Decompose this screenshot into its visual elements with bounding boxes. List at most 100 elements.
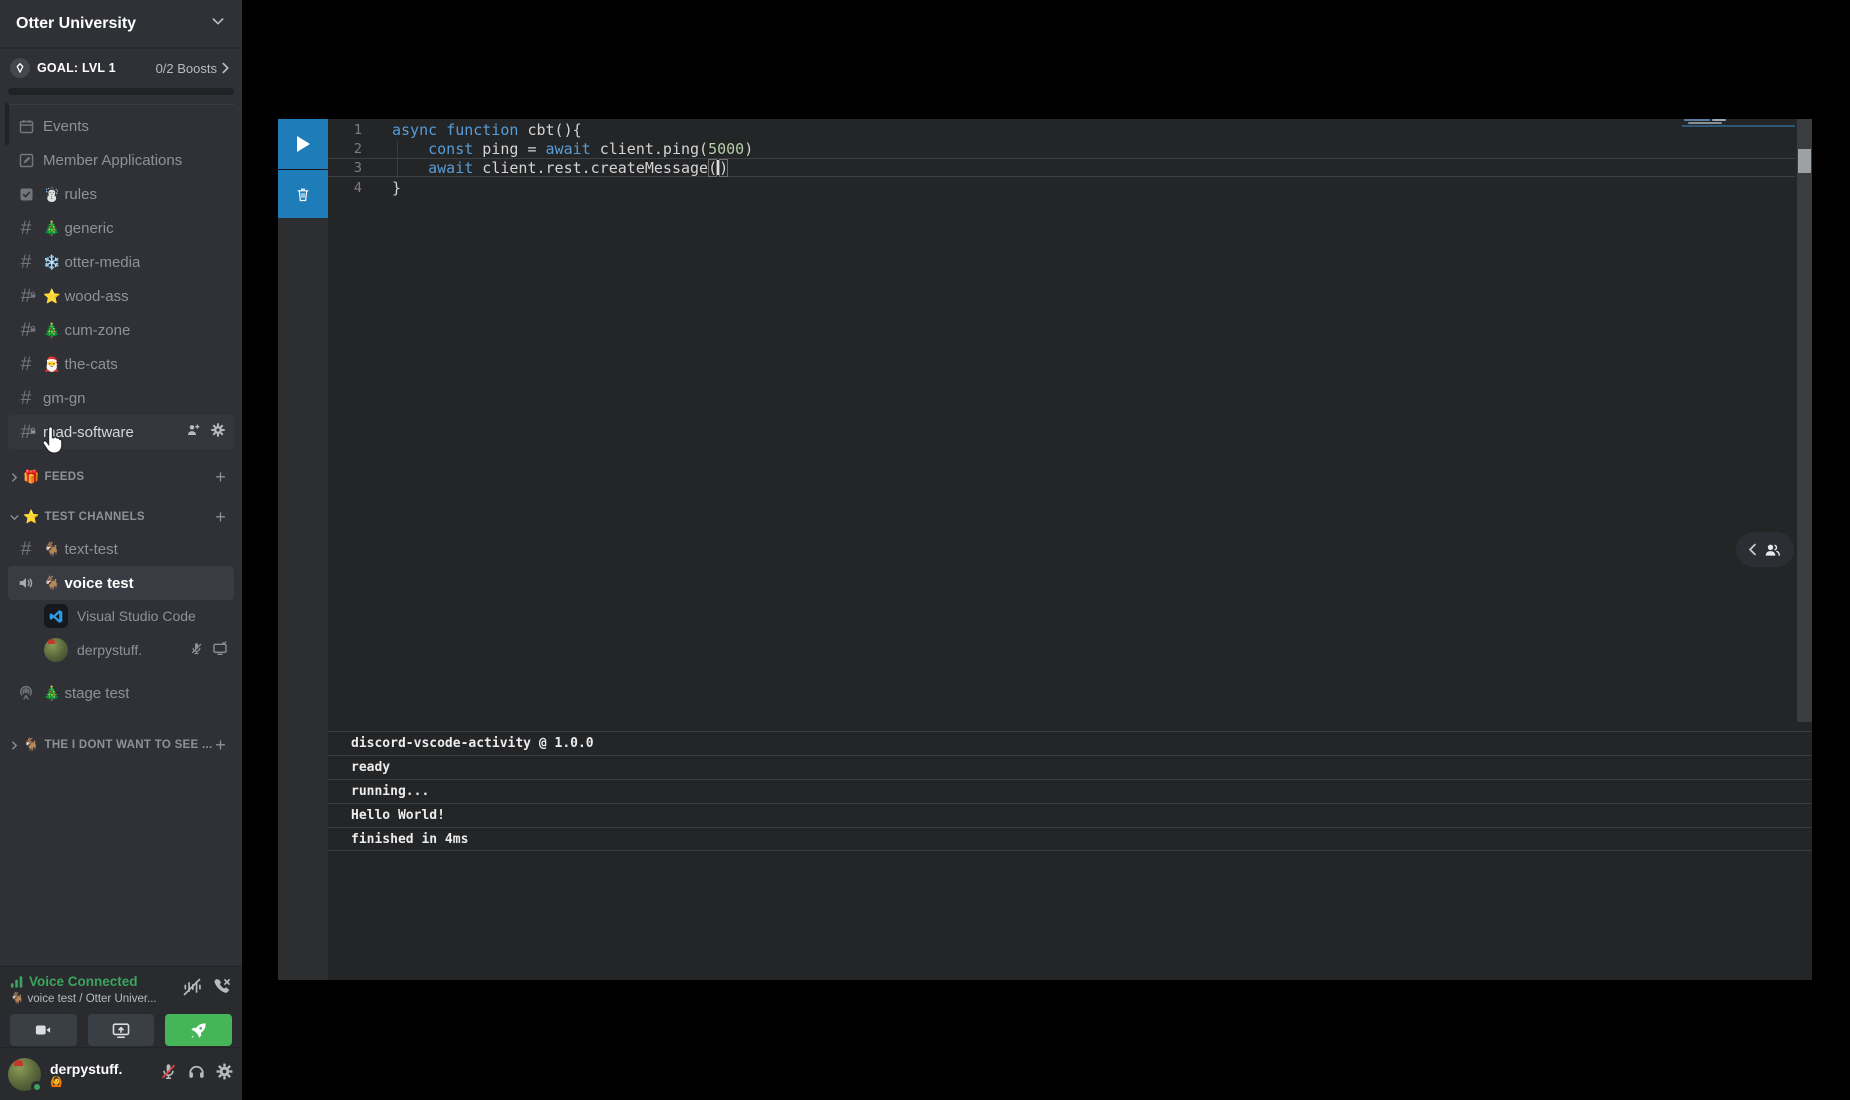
hash-lock-icon: #: [16, 423, 36, 442]
hash-lock-icon: #: [16, 321, 36, 340]
server-header[interactable]: Otter University: [0, 0, 242, 48]
code-line[interactable]: 1async function cbt(){: [328, 121, 1682, 140]
channel-wood-ass[interactable]: # ⭐ wood-ass: [8, 279, 234, 313]
settings-gear-button[interactable]: [215, 1062, 234, 1086]
chevron-left-icon: [1748, 543, 1757, 556]
code-line[interactable]: 4}: [328, 179, 1682, 198]
screen-share-button[interactable]: [88, 1014, 155, 1046]
voice-connected-label: Voice Connected: [29, 974, 138, 989]
line-number: 3: [328, 159, 362, 178]
voice-channel-location[interactable]: 🐐 voice test / Otter Univer...: [10, 991, 182, 1005]
editor-scrollbar[interactable]: [1797, 119, 1812, 722]
avatar: [44, 638, 68, 662]
snowman-emoji: ☃️: [43, 186, 60, 203]
minimap-mark: [1712, 119, 1726, 121]
invite-person-icon[interactable]: [186, 422, 202, 442]
noise-suppression-icon[interactable]: [182, 977, 202, 1002]
code-editor[interactable]: 1async function cbt(){2 const ping = awa…: [328, 121, 1682, 198]
calendar-icon: [16, 118, 36, 135]
chevron-down-icon: [10, 513, 19, 522]
tree-emoji: 🎄: [43, 685, 60, 702]
server-sidebar: Otter University GOAL: LVL 1 0/2 Boosts …: [0, 0, 242, 1100]
channel-member-applications[interactable]: Member Applications: [8, 143, 234, 177]
channel-list: Events Member Applications ☃️ rules # 🎄 …: [0, 105, 242, 760]
goat-emoji: 🐐: [43, 541, 60, 558]
category-test-channels[interactable]: ⭐ TEST CHANNELS +: [8, 502, 234, 532]
boost-icon: [10, 58, 30, 78]
chevron-right-icon: [10, 473, 19, 482]
hash-lock-icon: #: [16, 287, 36, 306]
channel-events[interactable]: Events: [8, 109, 234, 143]
channel-cum-zone[interactable]: # 🎄 cum-zone: [8, 313, 234, 347]
console-output: discord-vscode-activity @ 1.0.0readyrunn…: [328, 731, 1812, 851]
online-status-dot: [31, 1081, 43, 1093]
run-code-button[interactable]: [278, 119, 328, 169]
gear-icon[interactable]: [210, 422, 226, 442]
code-lines: 1async function cbt(){2 const ping = awa…: [328, 121, 1682, 198]
santa-emoji: 🎅: [43, 356, 60, 373]
avatar[interactable]: [8, 1058, 41, 1091]
goat-emoji: 🐐: [43, 575, 60, 592]
add-channel-icon[interactable]: +: [215, 467, 232, 488]
stage-icon: [16, 684, 36, 702]
channel-generic[interactable]: # 🎄 generic: [8, 211, 234, 245]
star-emoji: ⭐: [23, 509, 40, 525]
user-panel: derpystuff. 🙆: [0, 1047, 242, 1100]
add-channel-icon[interactable]: +: [215, 735, 232, 756]
goat-emoji: 🐐: [23, 737, 40, 753]
channel-text-test[interactable]: # 🐐 text-test: [8, 532, 234, 566]
members-panel-toggle[interactable]: [1736, 532, 1794, 567]
camera-button[interactable]: [10, 1014, 77, 1046]
disconnect-call-icon[interactable]: [212, 977, 232, 1002]
custom-status-emoji: 🙆: [50, 1077, 159, 1088]
snowflake-emoji: ❄️: [43, 254, 60, 271]
minimap[interactable]: [1682, 119, 1795, 129]
console-line: discord-vscode-activity @ 1.0.0: [328, 731, 1812, 755]
tree-emoji: 🎄: [43, 322, 60, 339]
username[interactable]: derpystuff.: [50, 1061, 159, 1077]
mouse-hand-cursor: [38, 426, 64, 461]
console-line: finished in 4ms: [328, 827, 1812, 851]
console-line: ready: [328, 755, 1812, 779]
channel-voice-test[interactable]: 🐐 voice test: [8, 566, 234, 600]
deafen-button[interactable]: [187, 1062, 206, 1086]
server-name: Otter University: [16, 15, 136, 33]
channel-rules[interactable]: ☃️ rules: [8, 177, 234, 211]
add-channel-icon[interactable]: +: [215, 507, 232, 528]
signal-bars-icon: [10, 975, 24, 988]
hash-icon: #: [16, 253, 36, 272]
channel-stage-test[interactable]: 🎄 stage test: [8, 676, 234, 710]
category-feeds[interactable]: 🎁 FEEDS +: [8, 462, 234, 492]
channel-gm-gn[interactable]: # gm-gn: [8, 381, 234, 415]
boost-goal-row[interactable]: GOAL: LVL 1 0/2 Boosts: [0, 48, 242, 78]
scrollbar-thumb[interactable]: [1798, 149, 1811, 173]
trash-icon: [295, 186, 311, 203]
code-line[interactable]: 3 await client.rest.createMessage(): [328, 159, 1682, 178]
console-line: running...: [328, 779, 1812, 803]
line-number: 1: [328, 121, 362, 140]
checkbox-icon: [16, 186, 36, 203]
rocket-icon: [189, 1021, 208, 1040]
hash-icon: #: [16, 355, 36, 374]
minimap-mark: [1684, 119, 1710, 121]
chevron-down-icon: [210, 13, 226, 34]
tree-emoji: 🎄: [43, 220, 60, 237]
clear-output-button[interactable]: [278, 169, 328, 218]
members-icon: [1762, 541, 1782, 559]
channel-the-cats[interactable]: # 🎅 the-cats: [8, 347, 234, 381]
sidebar-scrollbar[interactable]: [5, 103, 9, 145]
speaker-icon: [16, 574, 36, 592]
line-number: 4: [328, 179, 362, 198]
boost-progress-bar: [8, 88, 234, 95]
voice-connection-status[interactable]: Voice Connected 🐐 voice test / Otter Uni…: [0, 967, 242, 1005]
minimap-mark: [1688, 122, 1722, 124]
category-bottom[interactable]: 🐐 THE I DONT WANT TO SEE ... +: [8, 730, 234, 760]
voice-member-derpystuff[interactable]: derpystuff.: [8, 632, 234, 668]
clipboard-pencil-icon: [16, 152, 36, 169]
chevron-right-icon: [10, 741, 19, 750]
mute-mic-button[interactable]: [159, 1062, 178, 1086]
activity-launcher-button[interactable]: [165, 1014, 232, 1046]
code-line[interactable]: 2 const ping = await client.ping(5000): [328, 140, 1682, 159]
activity-visual-studio-code[interactable]: Visual Studio Code: [8, 600, 234, 632]
channel-otter-media[interactable]: # ❄️ otter-media: [8, 245, 234, 279]
